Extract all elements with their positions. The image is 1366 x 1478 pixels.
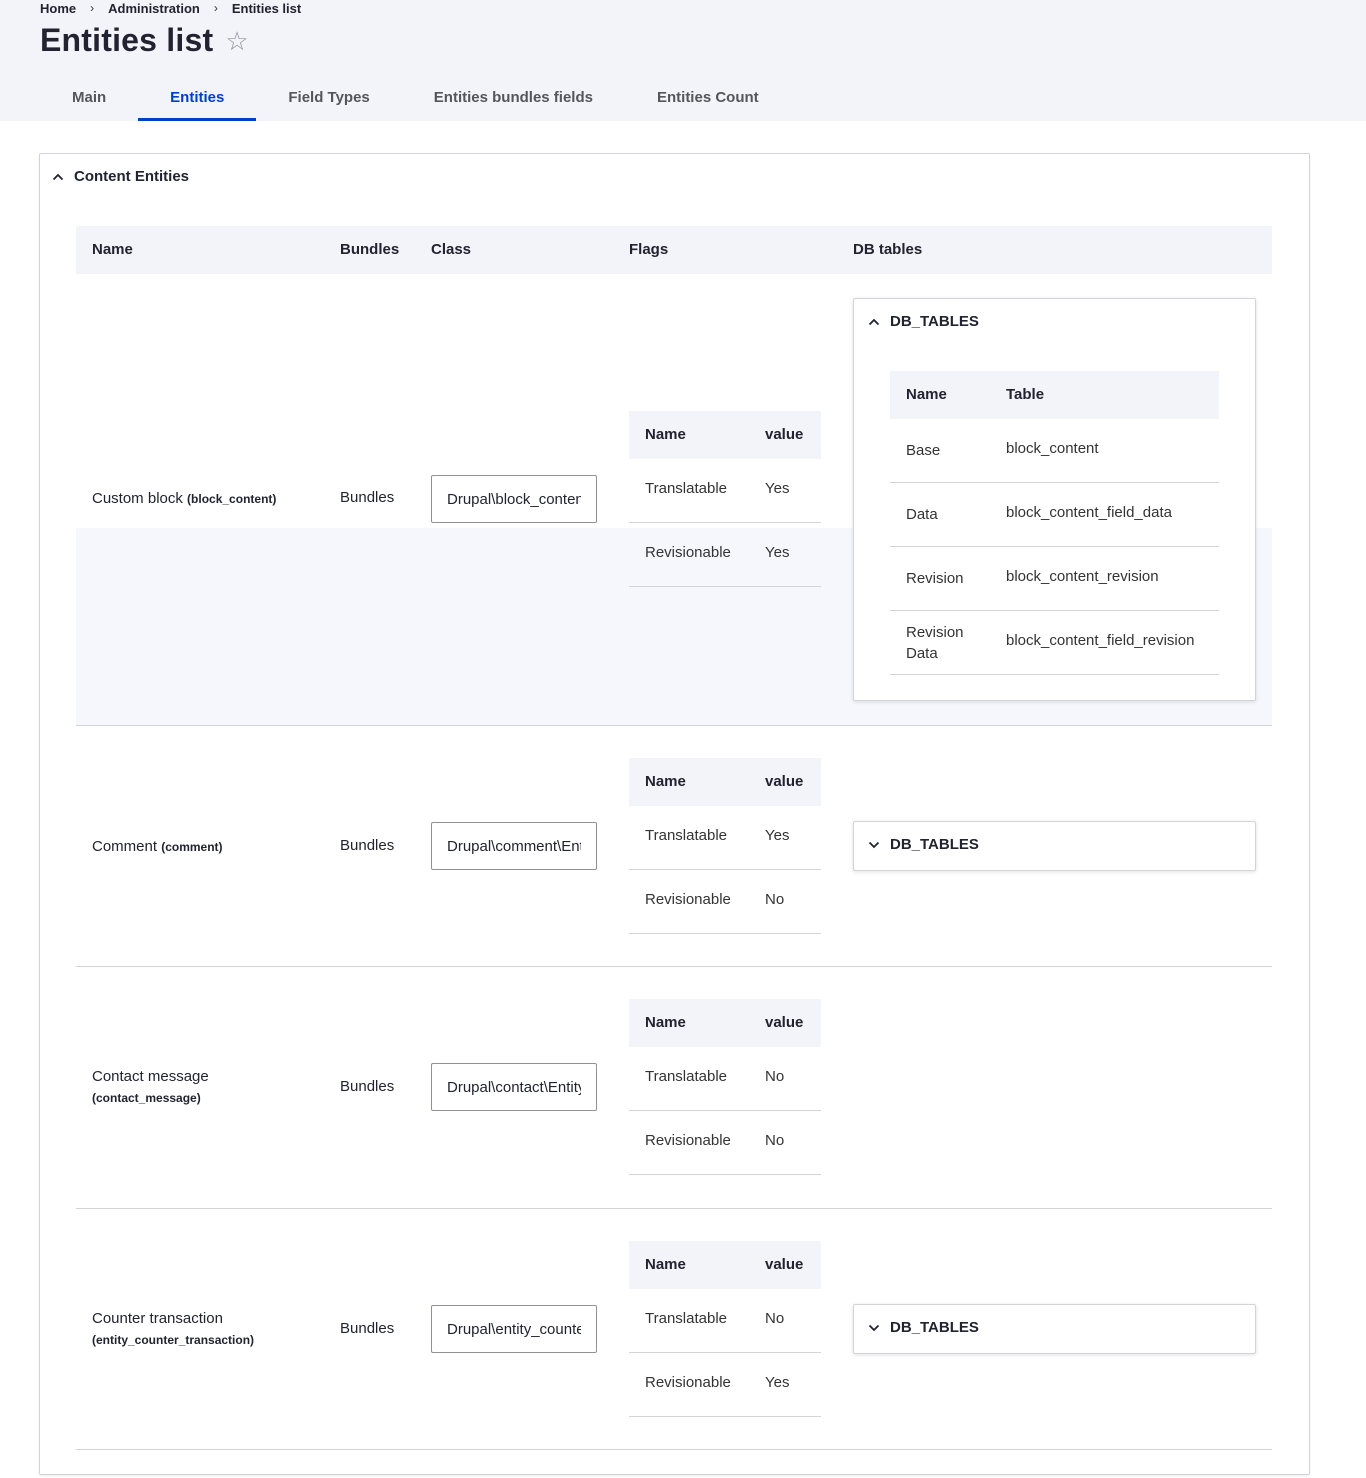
header-flags: Flags [629, 241, 669, 258]
db-tables-summary[interactable]: DB_TABLES [868, 1319, 979, 1336]
flags-header: Name value [629, 999, 821, 1047]
table-row: Counter transaction (entity_counter_tran… [76, 1209, 1272, 1450]
breadcrumb-separator: › [213, 1, 218, 15]
table-header: Name Bundles Class Flags DB tables [76, 226, 1272, 274]
db-tables-summary-label: DB_TABLES [890, 1319, 979, 1336]
star-icon[interactable]: ☆ [225, 28, 248, 54]
db-tables-details: DB_TABLES Name Table Base block_content … [853, 298, 1256, 701]
flag-row: Translatable No [629, 1289, 821, 1353]
tab-main[interactable]: Main [40, 76, 138, 121]
flags-table: Name value Translatable Yes Revisionable… [629, 411, 821, 587]
tab-entities[interactable]: Entities [138, 76, 257, 121]
flag-row: Translatable Yes [629, 459, 821, 523]
tab-entities-bundles-fields[interactable]: Entities bundles fields [402, 76, 625, 121]
content-entities-summary[interactable]: Content Entities [52, 168, 189, 185]
header-name: Name [92, 241, 133, 258]
chevron-down-icon [868, 841, 880, 848]
tab-entities-count[interactable]: Entities Count [625, 76, 791, 121]
content-entities-summary-label: Content Entities [74, 168, 189, 185]
db-table-row: Revision block_content_revision [890, 547, 1219, 611]
bundles-link[interactable]: Bundles [340, 1078, 394, 1095]
flag-row: Revisionable No [629, 1111, 821, 1175]
bundles-link[interactable]: Bundles [340, 1320, 394, 1337]
entity-name: Comment (comment) [92, 838, 223, 855]
table-row: Custom block (block_content) Bundles Nam… [76, 274, 1272, 726]
flags-table: Name value Translatable Yes Revisionable… [629, 758, 821, 934]
flags-header: Name value [629, 758, 821, 806]
header-bundles: Bundles [340, 241, 400, 258]
db-tables-summary[interactable]: DB_TABLES [868, 313, 979, 330]
table-row: Contact message (contact_message) Bundle… [76, 967, 1272, 1209]
header-class: Class [431, 241, 472, 258]
class-field[interactable] [431, 1305, 597, 1353]
breadcrumb-separator: › [90, 1, 95, 15]
chevron-down-icon [868, 1324, 880, 1331]
flags-header: Name value [629, 411, 821, 459]
flag-row: Revisionable No [629, 870, 821, 934]
class-field[interactable] [431, 822, 597, 870]
flag-row: Revisionable Yes [629, 1353, 821, 1417]
entity-name: Custom block (block_content) [92, 490, 277, 507]
flag-row: Revisionable Yes [629, 523, 821, 587]
db-tables-table: Name Table Base block_content Data block… [890, 371, 1219, 675]
flags-table: Name value Translatable No Revisionable … [629, 999, 821, 1175]
breadcrumb-current[interactable]: Entities list [232, 1, 301, 16]
table-row: Comment (comment) Bundles Name value Tra… [76, 726, 1272, 967]
db-tables-summary-label: DB_TABLES [890, 836, 979, 853]
db-tables-summary-label: DB_TABLES [890, 313, 979, 330]
flag-row: Translatable No [629, 1047, 821, 1111]
flags-table: Name value Translatable No Revisionable … [629, 1241, 821, 1417]
header-db-tables: DB tables [853, 241, 923, 258]
chevron-up-icon [52, 173, 64, 180]
chevron-up-icon [868, 318, 880, 325]
class-field[interactable] [431, 475, 597, 523]
bundles-link[interactable]: Bundles [340, 837, 394, 854]
entity-name: Contact message (contact_message) [92, 1068, 209, 1105]
breadcrumb-home[interactable]: Home [40, 1, 76, 16]
entity-name: Counter transaction (entity_counter_tran… [92, 1310, 255, 1347]
class-field[interactable] [431, 1063, 597, 1111]
flag-row: Translatable Yes [629, 806, 821, 870]
db-table-row: Revision Data block_content_field_revisi… [890, 611, 1219, 675]
entities-table: Name Bundles Class Flags DB tables Custo… [76, 226, 1272, 1450]
db-tables-summary[interactable]: DB_TABLES [868, 836, 979, 853]
flags-header: Name value [629, 1241, 821, 1289]
db-table-row: Data block_content_field_data [890, 483, 1219, 547]
content-entities-details: Content Entities Name Bundles Class Flag… [39, 153, 1310, 1475]
bundles-link[interactable]: Bundles [340, 489, 394, 506]
page-title: Entities list [40, 22, 214, 58]
breadcrumb: Home › Administration › Entities list [40, 0, 301, 16]
db-tables-header: Name Table [890, 371, 1219, 419]
tab-field-types[interactable]: Field Types [256, 76, 401, 121]
breadcrumb-administration[interactable]: Administration [108, 1, 200, 16]
db-tables-details[interactable]: DB_TABLES [853, 1304, 1256, 1354]
db-table-row: Base block_content [890, 419, 1219, 483]
page-header: Home › Administration › Entities list En… [0, 0, 1366, 121]
primary-tabs: Main Entities Field Types Entities bundl… [40, 76, 791, 121]
db-tables-details[interactable]: DB_TABLES [853, 821, 1256, 871]
